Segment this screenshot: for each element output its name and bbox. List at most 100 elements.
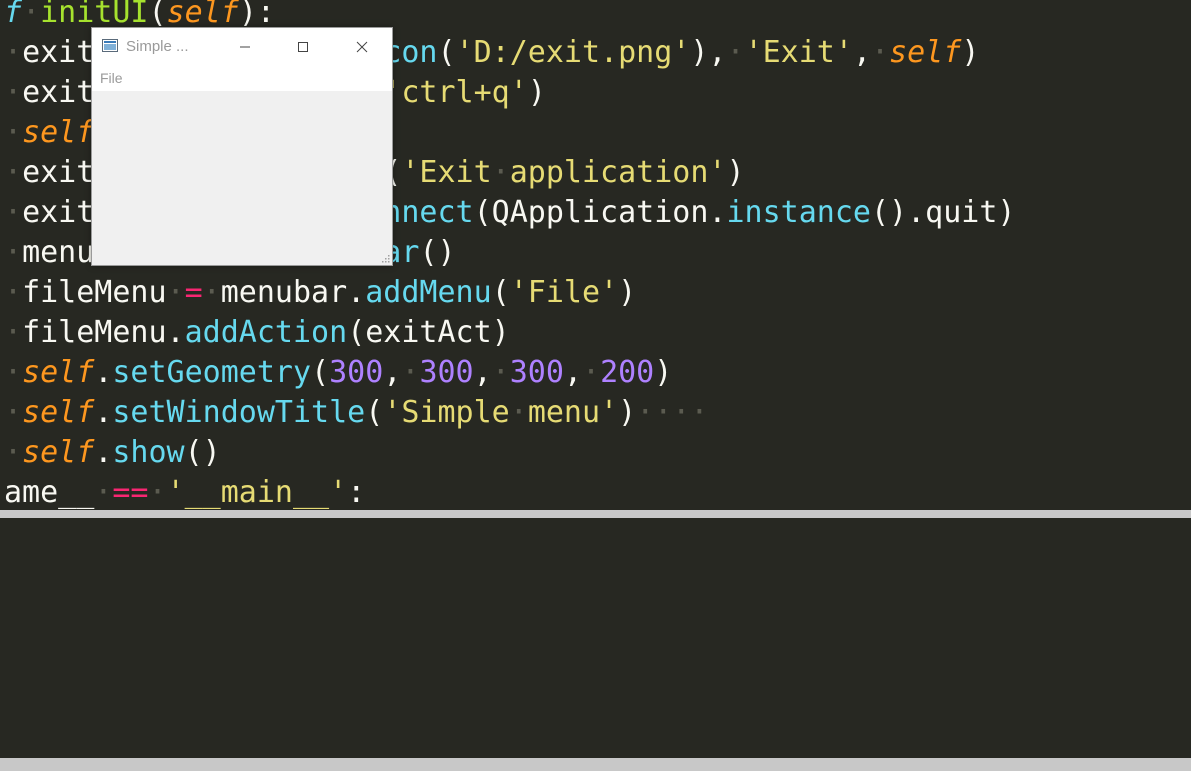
code-token: self: [166, 0, 239, 30]
window-title: Simple ...: [126, 38, 189, 55]
code-token: (: [437, 35, 456, 70]
code-token: 'File': [509, 275, 619, 310]
bottom-scrollbar[interactable]: [0, 758, 1191, 771]
code-token: ().quit): [870, 195, 1016, 230]
code-token: instance: [726, 195, 871, 230]
code-token: fileMenu: [22, 275, 167, 310]
code-token: menu': [527, 395, 619, 430]
code-token: ): [618, 275, 637, 310]
output-panel[interactable]: [0, 518, 1191, 758]
code-token: 'Simple: [383, 395, 510, 430]
code-token: ,: [563, 355, 582, 390]
code-token: ·: [4, 355, 23, 390]
code-token: ,: [473, 355, 492, 390]
code-token: ): [654, 355, 673, 390]
code-token: (QApplication.: [473, 195, 727, 230]
code-line: ·self.setGeometry(300,·300,·300,·200): [4, 353, 672, 393]
code-line: ame__·==·'__main__':: [4, 473, 365, 510]
code-token: ····: [636, 395, 709, 430]
code-token: ·: [22, 0, 41, 30]
code-token: ame__: [4, 475, 95, 510]
code-token: ·: [4, 115, 23, 150]
code-token: .: [94, 435, 113, 470]
code-token: (: [311, 355, 330, 390]
code-token: (: [365, 395, 384, 430]
code-token: ·: [871, 35, 890, 70]
code-token: 300: [329, 355, 384, 390]
code-token: ·: [4, 395, 23, 430]
code-token: ·: [582, 355, 601, 390]
minimize-button[interactable]: [216, 28, 274, 65]
code-token: 'ctrl+q': [383, 75, 528, 110]
code-token: :: [347, 475, 366, 510]
code-token: (): [184, 435, 221, 470]
code-token: ·: [4, 435, 23, 470]
code-token: 300: [419, 355, 474, 390]
code-token: f: [4, 0, 23, 30]
code-token: ): [726, 155, 745, 190]
code-token: self: [22, 115, 95, 150]
code-token: '__main__': [166, 475, 348, 510]
code-token: self: [22, 355, 95, 390]
menu-file[interactable]: File: [100, 70, 123, 86]
code-token: (): [419, 235, 456, 270]
code-token: =: [184, 275, 203, 310]
code-token: ·: [726, 35, 745, 70]
code-token: ·: [4, 75, 23, 110]
code-token: ·: [148, 475, 167, 510]
code-token: menubar.: [220, 275, 366, 310]
window-client-area: [92, 91, 392, 265]
code-token: 'Exit: [401, 155, 492, 190]
code-token: ·: [491, 355, 510, 390]
code-token: show: [112, 435, 185, 470]
code-token: self: [889, 35, 962, 70]
code-token: setGeometry: [112, 355, 312, 390]
code-token: initUI: [40, 0, 149, 30]
code-token: ):: [238, 0, 275, 30]
code-token: self: [22, 395, 95, 430]
code-token: ·: [202, 275, 221, 310]
minimize-icon: [240, 46, 250, 47]
code-token: (: [148, 0, 167, 30]
code-token: 300: [509, 355, 564, 390]
code-token: ·: [4, 195, 23, 230]
code-token: ·: [401, 355, 420, 390]
code-token: (: [491, 275, 510, 310]
close-button[interactable]: [333, 28, 391, 65]
code-token: 'D:/exit.png': [455, 35, 691, 70]
window-titlebar[interactable]: Simple ...: [92, 28, 392, 65]
code-token: ·: [509, 395, 528, 430]
code-token: 200: [600, 355, 655, 390]
code-token: setWindowTitle: [112, 395, 366, 430]
code-token: 'Exit': [744, 35, 853, 70]
code-token: ,: [383, 355, 402, 390]
code-token: addAction: [184, 315, 348, 350]
size-grip-icon[interactable]: [380, 253, 390, 263]
code-token: .: [94, 355, 113, 390]
close-icon: [356, 41, 368, 52]
code-token: ): [961, 35, 980, 70]
code-token: ·: [4, 235, 23, 270]
code-token: ·: [4, 315, 23, 350]
code-token: ·: [4, 35, 23, 70]
code-line: ·fileMenu.addAction(exitAct): [4, 313, 510, 353]
code-token: ,: [852, 35, 871, 70]
code-line: ·self.setWindowTitle('Simple·menu')····: [4, 393, 708, 433]
code-token: application': [509, 155, 727, 190]
code-token: ·: [491, 155, 510, 190]
maximize-icon: [298, 41, 308, 52]
code-token: ==: [112, 475, 149, 510]
code-token: ·: [94, 475, 113, 510]
simple-menu-window[interactable]: Simple ... File: [91, 27, 393, 266]
panel-splitter[interactable]: [0, 510, 1191, 518]
code-token: fileMenu.: [22, 315, 185, 350]
code-token: ·: [4, 275, 23, 310]
code-token: ): [527, 75, 546, 110]
window-menubar: File: [92, 65, 392, 91]
code-line: ·self.show(): [4, 433, 221, 473]
code-token: addMenu: [365, 275, 492, 310]
maximize-button[interactable]: [274, 28, 332, 65]
code-token: ·: [4, 155, 23, 190]
code-token: ·: [166, 275, 185, 310]
code-token: ),: [690, 35, 727, 70]
